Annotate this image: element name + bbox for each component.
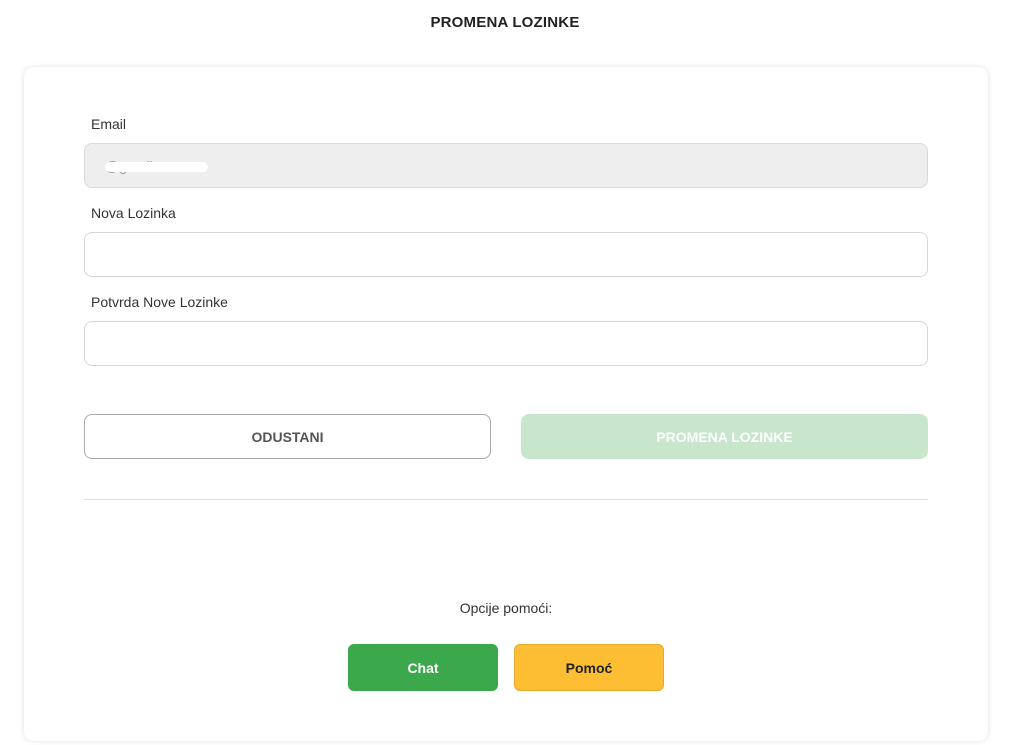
redacted-email-mask (105, 162, 208, 172)
chat-button[interactable]: Chat (348, 644, 498, 691)
help-options-label: Opcije pomoći: (459, 600, 553, 616)
new-password-field[interactable] (84, 232, 928, 277)
change-password-card: Email Nova Lozinka Potvrda Nove Lozinke … (24, 67, 988, 741)
email-label: Email (91, 116, 127, 132)
email-field[interactable] (84, 143, 928, 188)
change-password-button[interactable]: PROMENA LOZINKE (521, 414, 928, 459)
help-button[interactable]: Pomoć (514, 644, 664, 691)
section-divider (84, 499, 928, 500)
page-title: PROMENA LOZINKE (430, 14, 580, 31)
cancel-button[interactable]: ODUSTANI (84, 414, 491, 459)
confirm-password-field[interactable] (84, 321, 928, 366)
confirm-password-label: Potvrda Nove Lozinke (91, 294, 228, 310)
new-password-label: Nova Lozinka (91, 205, 176, 221)
